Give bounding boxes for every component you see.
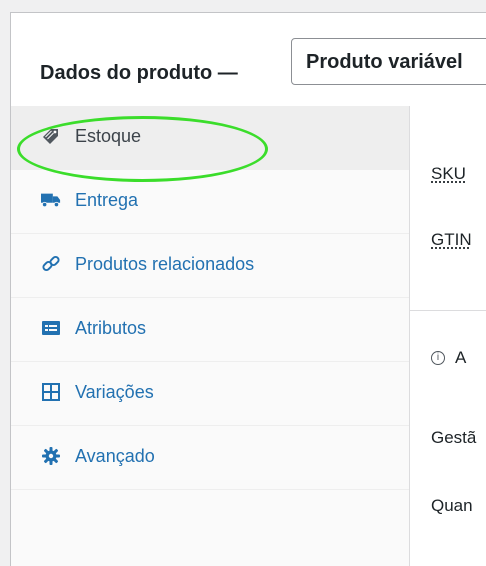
attributes-list-icon [41,318,61,338]
sku-label: SKU [431,164,466,183]
product-data-tabs: Estoque Entrega Produtos relacionados At… [11,106,410,566]
tab-inventory-label: Estoque [75,126,142,146]
tab-shipping-label: Entrega [75,190,139,210]
product-data-title: Dados do produto — [40,62,238,84]
gear-icon [41,446,61,466]
info-icon: i [431,351,445,365]
info-text: A [455,348,467,367]
info-notice: iA [431,348,466,368]
link-icon [41,254,61,274]
tab-advanced[interactable]: Avançado [11,426,409,490]
tab-variations-label: Variações [75,382,154,402]
product-data-panel: Dados do produto — Produto variável Esto… [10,12,486,566]
tab-linked-products[interactable]: Produtos relacionados [11,234,409,298]
tab-advanced-label: Avançado [75,446,155,466]
stock-management-label: Gestã [431,428,477,447]
product-type-value: Produto variável [306,51,463,73]
tab-variations[interactable]: Variações [11,362,409,426]
tab-linked-products-label: Produtos relacionados [75,254,255,274]
tab-shipping[interactable]: Entrega [11,170,409,234]
inventory-tag-icon [41,126,61,146]
truck-icon [41,190,61,210]
product-type-select[interactable]: Produto variável [291,38,486,85]
tab-attributes[interactable]: Atributos [11,298,409,362]
product-data-header: Dados do produto — Produto variável [11,13,486,107]
tab-inventory[interactable]: Estoque [11,106,409,170]
tab-attributes-label: Atributos [75,318,147,338]
section-divider [410,310,486,311]
gtin-label: GTIN [431,230,472,249]
inventory-panel-content: SKU GTIN iA Gestã Quan [410,106,486,566]
quantity-label: Quan [431,496,473,515]
grid-icon [41,382,61,402]
